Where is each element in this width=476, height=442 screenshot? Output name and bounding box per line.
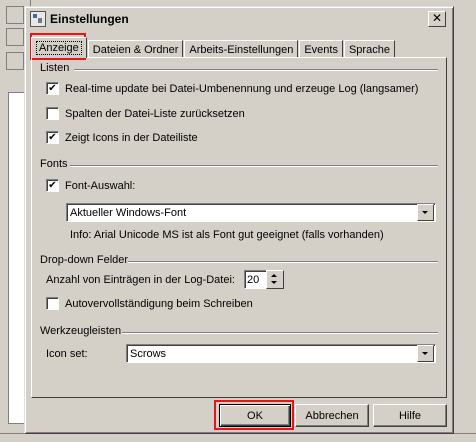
option-reset-columns[interactable]: Spalten der Datei-Liste zurücksetzen <box>46 107 245 120</box>
option-label: Zeigt Icons in der Dateiliste <box>65 131 198 144</box>
settings-dialog: Einstellungen ✕ Anzeige Dateien & Ordner… <box>24 6 454 434</box>
spin-up-icon[interactable] <box>271 274 277 277</box>
section-title-toolbars: Werkzeugleisten <box>40 325 122 337</box>
close-button[interactable]: ✕ <box>428 11 446 27</box>
iconset-select[interactable]: Scrows <box>126 344 436 363</box>
section-divider <box>128 261 438 263</box>
title-bar[interactable]: Einstellungen ✕ <box>28 10 450 28</box>
option-label: Autovervollständigung beim Schreiben <box>65 297 253 310</box>
log-entries-input[interactable]: 20 <box>244 270 268 289</box>
log-entries-value: 20 <box>247 273 260 286</box>
log-entries-label: Anzahl von Einträgen in der Log-Datei: <box>46 274 235 286</box>
cancel-button-label: Abbrechen <box>305 409 359 422</box>
tab-anzeige[interactable]: Anzeige <box>31 37 87 58</box>
dialog-title: Einstellungen <box>50 12 129 26</box>
tab-label: Dateien & Ordner <box>92 43 179 56</box>
section-divider <box>74 69 438 71</box>
settings-app-icon <box>30 11 46 27</box>
bg-tool-button[interactable] <box>6 52 24 70</box>
chevron-down-icon[interactable] <box>417 204 434 221</box>
ok-highlight-marker <box>214 400 294 430</box>
section-divider <box>122 332 438 334</box>
option-label: Spalten der Datei-Liste zurücksetzen <box>65 107 245 120</box>
section-divider <box>70 165 438 167</box>
checkbox-show-icons[interactable]: ✔ <box>46 131 59 144</box>
tab-label: Anzeige <box>36 41 82 55</box>
checkbox-realtime-update[interactable]: ✔ <box>46 82 59 95</box>
option-realtime-update[interactable]: ✔ Real-time update bei Datei-Umbenennung… <box>46 82 418 95</box>
iconset-select-value: Scrows <box>130 347 167 360</box>
font-info-text: Info: Arial Unicode MS ist als Font gut … <box>70 229 384 241</box>
option-label: Real-time update bei Datei-Umbenennung u… <box>65 82 419 95</box>
option-label: Font-Auswahl: <box>65 179 136 192</box>
help-button[interactable]: Hilfe <box>373 404 447 427</box>
font-select[interactable]: Aktueller Windows-Font <box>66 203 436 222</box>
tab-label: Events <box>304 43 338 56</box>
chevron-down-icon[interactable] <box>417 345 434 362</box>
bg-tool-button[interactable] <box>6 28 24 46</box>
help-button-label: Hilfe <box>398 409 421 422</box>
checkbox-reset-columns[interactable] <box>46 107 59 120</box>
tab-events[interactable]: Events <box>299 40 343 58</box>
cancel-button[interactable]: Abbrechen <box>295 404 369 427</box>
tab-sprache[interactable]: Sprache <box>343 40 395 58</box>
option-show-icons[interactable]: ✔ Zeigt Icons in der Dateiliste <box>46 131 198 144</box>
bg-tool-button[interactable] <box>6 6 24 24</box>
checkbox-autocomplete[interactable] <box>46 297 59 310</box>
background-statusbar <box>0 433 476 442</box>
tab-strip: Anzeige Dateien & Ordner Arbeits-Einstel… <box>31 36 396 58</box>
log-entries-spinner[interactable] <box>266 270 284 289</box>
option-font-choice[interactable]: ✔ Font-Auswahl: <box>46 179 135 192</box>
section-title-listen: Listen <box>40 62 70 74</box>
tab-arbeits-einstellungen[interactable]: Arbeits-Einstellungen <box>184 40 299 58</box>
section-title-fonts: Fonts <box>40 158 68 170</box>
font-select-value: Aktueller Windows-Font <box>70 206 187 219</box>
section-title-dropdown: Drop-down Felder <box>40 254 129 266</box>
tab-label: Sprache <box>348 43 390 56</box>
tab-label: Arbeits-Einstellungen <box>189 43 294 56</box>
spin-down-icon[interactable] <box>271 281 277 284</box>
tab-panel-anzeige: Listen ✔ Real-time update bei Datei-Umbe… <box>31 57 447 398</box>
iconset-label: Icon set: <box>46 348 88 360</box>
checkbox-font-choice[interactable]: ✔ <box>46 179 59 192</box>
option-autocomplete[interactable]: Autovervollständigung beim Schreiben <box>46 297 253 310</box>
tab-dateien-ordner[interactable]: Dateien & Ordner <box>87 40 184 58</box>
